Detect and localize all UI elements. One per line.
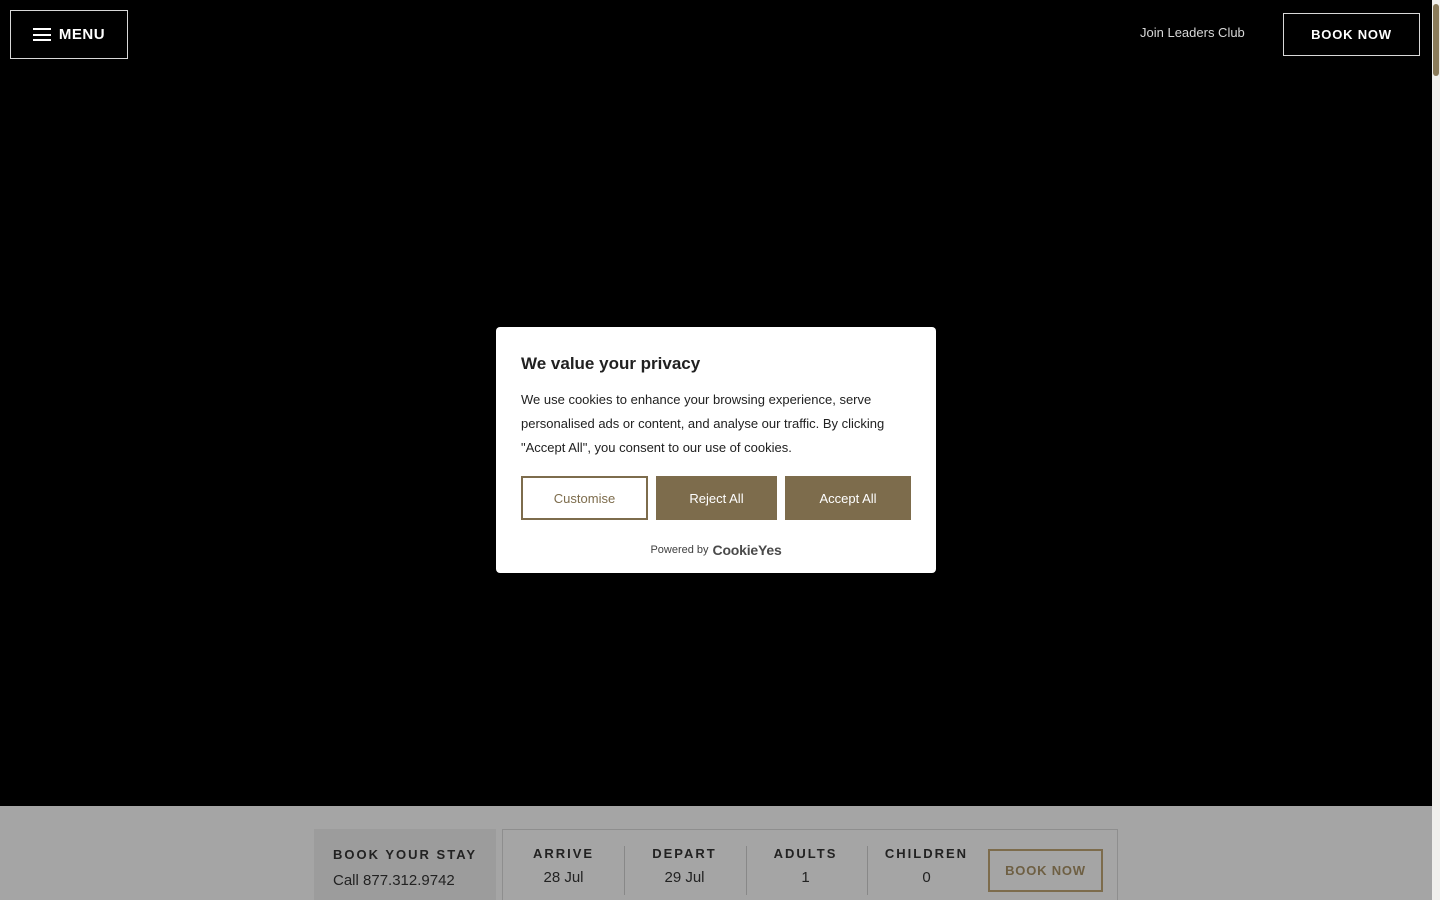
cookie-dialog-buttons: Customise Reject All Accept All — [521, 476, 911, 520]
menu-label: MENU — [58, 26, 106, 43]
scrollbar-thumb[interactable] — [1433, 4, 1439, 76]
booking-bar: BOOK YOUR STAY Call 877.312.9742 ARRIVE … — [0, 806, 1432, 900]
hamburger-icon — [32, 28, 51, 41]
book-your-stay-box: BOOK YOUR STAY Call 877.312.9742 — [314, 829, 496, 900]
depart-field[interactable]: DEPART 29 Jul — [624, 846, 745, 896]
adults-label: ADULTS — [773, 846, 838, 861]
booking-fields: ARRIVE 28 Jul DEPART 29 Jul ADULTS 1 CHI… — [502, 829, 1118, 900]
cookie-dialog-title: We value your privacy — [521, 354, 701, 373]
book-your-stay-title: BOOK YOUR STAY — [333, 847, 478, 862]
depart-label: DEPART — [652, 846, 717, 861]
book-now-bottom-button[interactable]: BOOK NOW — [988, 849, 1103, 892]
depart-value: 29 Jul — [664, 869, 705, 886]
children-field[interactable]: CHILDREN 0 — [866, 846, 987, 896]
arrive-field[interactable]: ARRIVE 28 Jul — [503, 846, 624, 896]
adults-value: 1 — [801, 869, 810, 886]
powered-by-label: Powered by — [650, 544, 709, 556]
reject-all-button[interactable]: Reject All — [656, 476, 777, 520]
scrollbar[interactable] — [1432, 0, 1440, 900]
join-leaders-club-link[interactable]: Join Leaders Club — [1140, 25, 1245, 40]
children-label: CHILDREN — [884, 846, 969, 861]
powered-by: Powered by CookieYes — [496, 542, 936, 558]
arrive-value: 28 Jul — [543, 869, 584, 886]
cookie-consent-dialog: We value your privacy We use cookies to … — [496, 327, 936, 573]
book-now-button[interactable]: BOOK NOW — [1283, 13, 1420, 56]
cookieyes-logo[interactable]: CookieYes — [713, 542, 782, 558]
accept-all-button[interactable]: Accept All — [785, 476, 911, 520]
adults-field[interactable]: ADULTS 1 — [745, 846, 866, 896]
cookie-dialog-text: We use cookies to enhance your browsing … — [521, 392, 885, 455]
children-value: 0 — [922, 869, 931, 886]
arrive-label: ARRIVE — [532, 846, 595, 861]
customise-button[interactable]: Customise — [521, 476, 648, 520]
phone-number[interactable]: Call 877.312.9742 — [333, 872, 496, 889]
menu-button[interactable]: MENU — [10, 10, 128, 59]
